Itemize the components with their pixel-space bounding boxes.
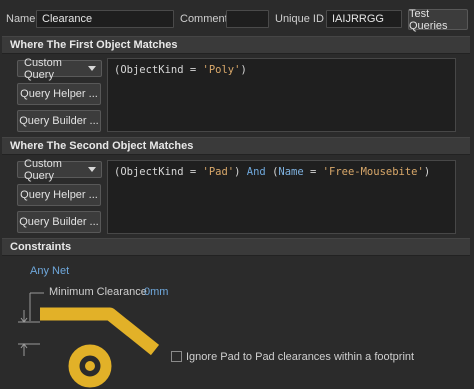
first-query-type-dropdown[interactable]: Custom Query: [17, 57, 102, 81]
query-text: (: [265, 166, 279, 178]
test-queries-button[interactable]: Test Queries: [408, 8, 468, 32]
copper-track: [40, 307, 160, 356]
query-keyword: And: [246, 166, 266, 178]
first-object-section-header: Where The First Object Matches: [2, 36, 470, 54]
first-query-helper-button[interactable]: Query Helper ...: [17, 83, 101, 105]
comment-input[interactable]: [226, 10, 269, 28]
ignore-pad-checkbox[interactable]: [171, 351, 182, 362]
second-object-section-header: Where The Second Object Matches: [2, 137, 470, 155]
query-field: Name: [278, 166, 304, 178]
chevron-down-icon: [88, 66, 96, 71]
second-query-type-value: Custom Query: [24, 157, 62, 182]
query-string: 'Poly': [202, 64, 241, 76]
name-input[interactable]: Clearance: [36, 10, 174, 28]
net-scope-label[interactable]: Any Net: [30, 265, 69, 277]
constraints-section-header: Constraints: [2, 238, 470, 256]
pad-center: [85, 361, 95, 371]
unique-id-input[interactable]: IAIJRRGG: [326, 10, 402, 28]
clearance-diagram: [18, 292, 160, 388]
second-query-builder-button[interactable]: Query Builder ...: [17, 211, 101, 233]
unique-id-label: Unique ID: [275, 13, 324, 25]
query-text: (ObjectKind =: [114, 166, 203, 178]
first-query-type-value: Custom Query: [24, 56, 62, 81]
query-text: ): [423, 166, 431, 178]
second-query-type-dropdown[interactable]: Custom Query: [17, 158, 102, 182]
chevron-down-icon: [88, 167, 96, 172]
query-string: 'Pad': [202, 166, 235, 178]
comment-label: Comment: [180, 13, 228, 25]
first-query-editor[interactable]: (ObjectKind = 'Poly'): [107, 58, 456, 132]
query-text: ): [234, 166, 247, 178]
second-query-helper-button[interactable]: Query Helper ...: [17, 184, 101, 206]
first-query-builder-button[interactable]: Query Builder ...: [17, 110, 101, 132]
query-string: 'Free-Mousebite': [322, 166, 424, 178]
query-text: ): [240, 64, 247, 76]
name-label: Name: [6, 13, 36, 25]
second-query-editor[interactable]: (ObjectKind = 'Pad') And (Name = 'Free-M…: [107, 160, 456, 234]
ignore-pad-label: Ignore Pad to Pad clearances within a fo…: [186, 351, 415, 363]
query-text: =: [303, 166, 323, 178]
query-text: (ObjectKind =: [114, 64, 203, 76]
